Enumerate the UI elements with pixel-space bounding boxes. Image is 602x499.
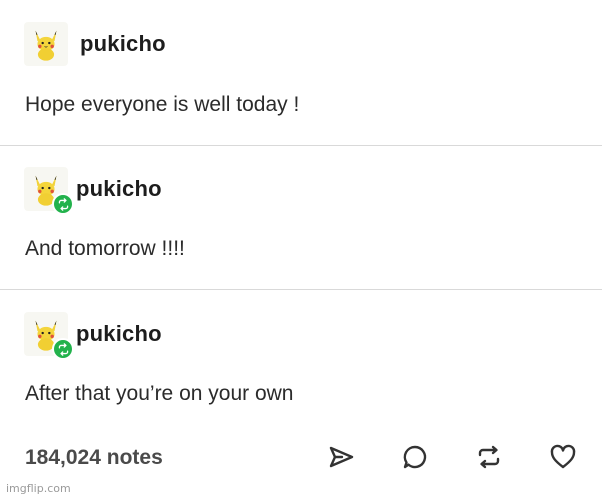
reblog-badge bbox=[52, 338, 74, 360]
username[interactable]: pukicho bbox=[76, 176, 162, 202]
post-text: And tomorrow !!!! bbox=[25, 237, 185, 260]
post-text: Hope everyone is well today ! bbox=[25, 93, 300, 116]
like-icon bbox=[550, 444, 576, 469]
reblog-badge-icon bbox=[58, 342, 68, 356]
notes-count[interactable]: 184,024 notes bbox=[25, 446, 163, 470]
username[interactable]: pukicho bbox=[76, 321, 162, 347]
like-button[interactable] bbox=[548, 442, 578, 472]
post-actions bbox=[326, 442, 578, 472]
username[interactable]: pukicho bbox=[80, 31, 166, 57]
post-header: pukicho bbox=[24, 163, 162, 215]
avatar[interactable] bbox=[24, 312, 74, 360]
post-text: After that you’re on your own bbox=[25, 382, 294, 405]
divider bbox=[0, 145, 602, 146]
reblog-badge bbox=[52, 193, 74, 215]
reply-icon bbox=[403, 445, 427, 469]
share-icon bbox=[329, 446, 354, 468]
reblog-icon bbox=[478, 445, 500, 469]
avatar[interactable] bbox=[24, 167, 74, 215]
pikachu-avatar-icon bbox=[35, 30, 57, 61]
reblog-button[interactable] bbox=[474, 442, 504, 472]
avatar[interactable] bbox=[24, 22, 68, 66]
share-button[interactable] bbox=[326, 442, 356, 472]
reply-button[interactable] bbox=[400, 442, 430, 472]
post-footer: 184,024 notes bbox=[0, 440, 602, 480]
watermark: imgflip.com bbox=[6, 482, 71, 495]
divider bbox=[0, 289, 602, 290]
post-header: pukicho bbox=[24, 18, 166, 70]
reblog-badge-icon bbox=[58, 197, 68, 211]
post-header: pukicho bbox=[24, 308, 162, 360]
